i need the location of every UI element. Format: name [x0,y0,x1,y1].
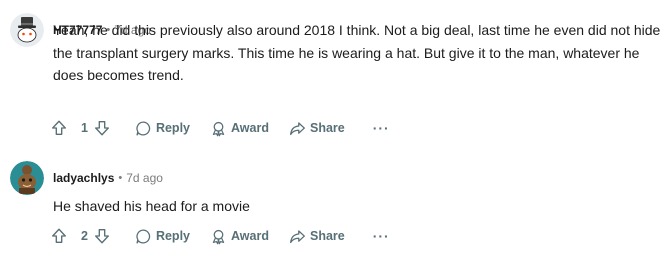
share-label: Share [309,121,345,135]
share-icon [290,229,305,243]
comment-body: Yeah, he did this previously also around… [53,22,661,83]
share-button[interactable]: Share [289,120,345,137]
comment-actions: 1 Reply Award Share ··· [50,116,390,140]
snoo-top-hat-avatar-icon [10,13,44,47]
avatar[interactable] [10,13,44,47]
award-icon [212,121,225,136]
award-label: Award [231,229,269,243]
upvote-button[interactable] [50,227,68,245]
comment-body: He shaved his head for a movie [53,198,250,214]
award-button[interactable]: Award [210,228,269,245]
vote-count: 1 [81,121,88,135]
meta-separator: • [118,172,123,184]
upvote-button[interactable] [50,119,68,137]
reply-label: Reply [155,229,190,243]
reply-button[interactable]: Reply [135,120,190,137]
comment-meta: ladyachlys • 7d ago [53,168,163,188]
share-icon [290,121,305,135]
upvote-icon [52,228,66,243]
share-label: Share [309,229,345,243]
award-label: Award [231,121,269,135]
vote-count: 2 [81,229,88,243]
comment-actions: 2 Reply Award Share ··· [50,224,390,248]
comment-bubble-icon [136,228,151,244]
downvote-icon [94,121,109,136]
award-icon [212,229,225,244]
author-name[interactable]: ladyachlys [53,171,114,185]
upvote-icon [52,120,66,135]
reply-label: Reply [155,121,190,135]
comment-bubble-icon [136,120,151,136]
share-button[interactable]: Share [289,228,345,245]
reply-button[interactable]: Reply [135,228,190,245]
downvote-button[interactable] [93,119,111,137]
more-options-button[interactable]: ··· [373,228,390,244]
downvote-button[interactable] [93,227,111,245]
avatar[interactable] [10,161,44,195]
snoo-costume-avatar-icon [10,161,44,195]
more-options-button[interactable]: ··· [373,120,390,136]
timestamp[interactable]: 7d ago [126,171,163,185]
award-button[interactable]: Award [210,120,269,137]
downvote-icon [94,229,109,244]
